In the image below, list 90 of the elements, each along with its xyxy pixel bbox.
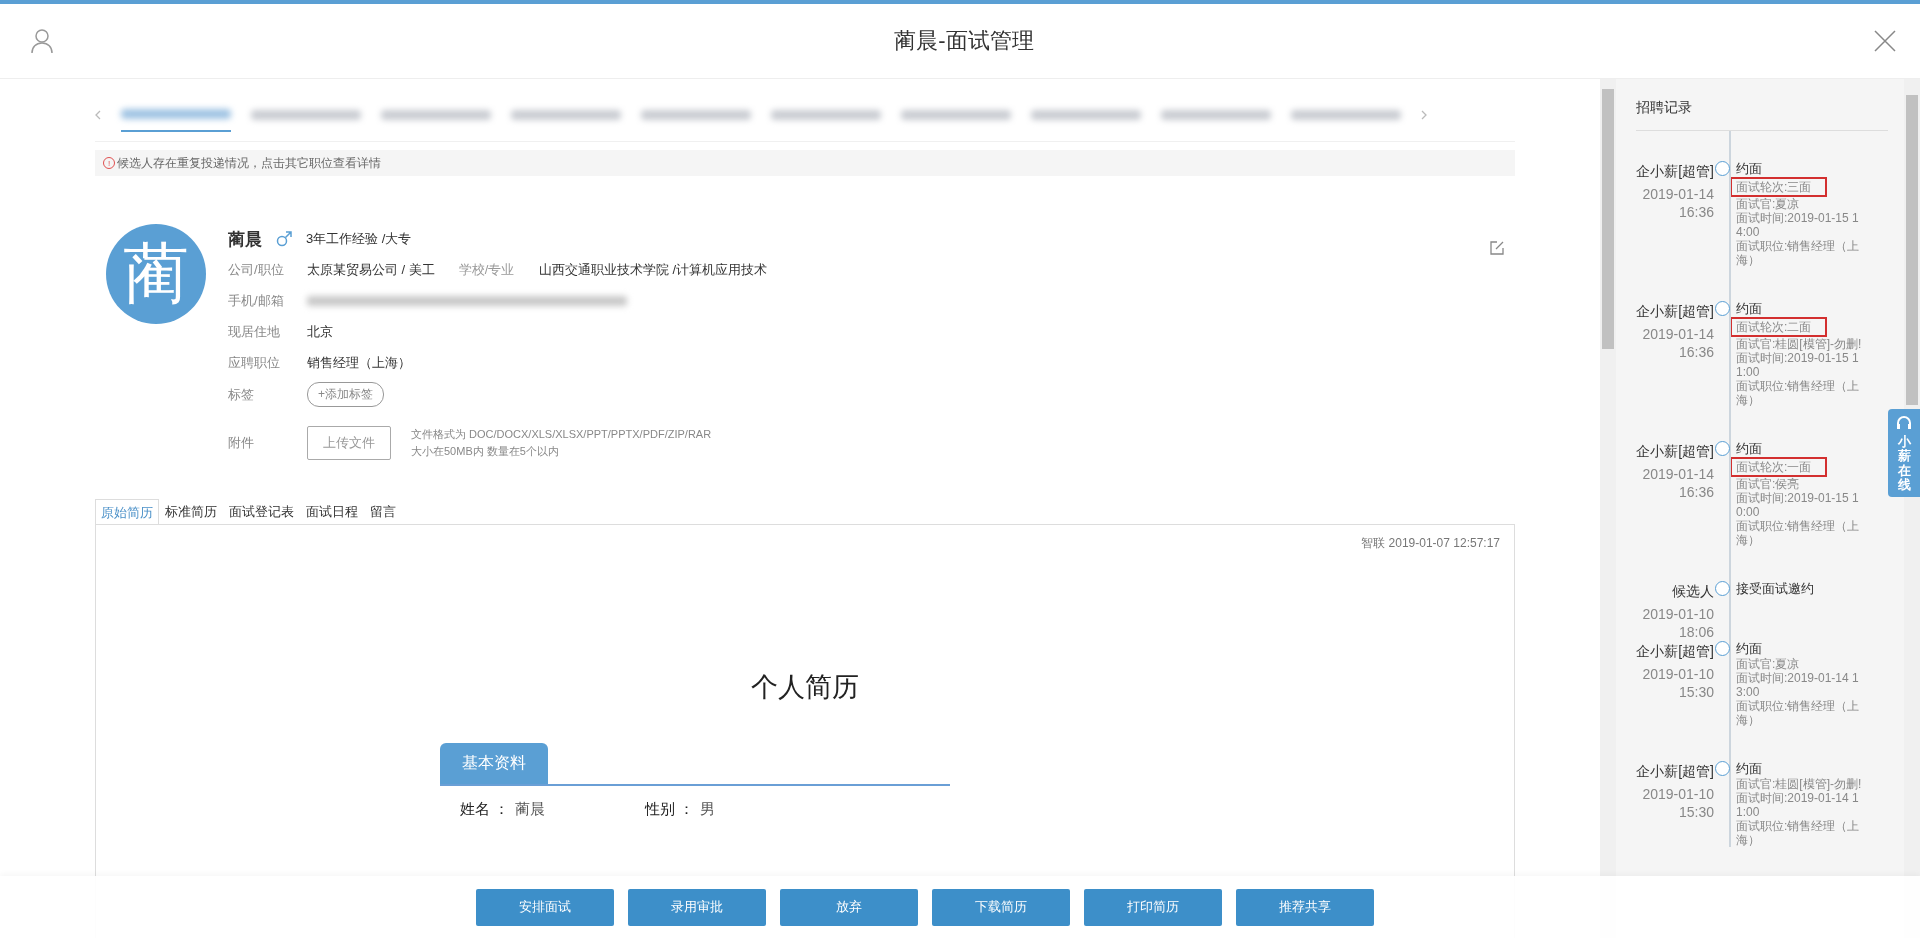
section-heading: 基本资料 (440, 743, 548, 784)
field-label: 公司/职位 (228, 260, 285, 279)
field-label: 手机/邮箱 (228, 291, 285, 310)
record-detail: 面试官:桂圆[模管]-勿删! (1736, 777, 1862, 791)
record-action: 约面 (1736, 161, 1763, 177)
resume-tab[interactable]: 留言 (364, 499, 402, 524)
record-author: 企小薪[超管] (1636, 302, 1714, 321)
field-value: 男 (700, 800, 716, 817)
record-author: 候选人 (1671, 582, 1714, 601)
record-action: 约面 (1736, 301, 1763, 317)
action-button[interactable]: 录用审批 (628, 888, 766, 926)
record-time: 2019-01-14 16:36 (1641, 185, 1714, 221)
record-detail: 面试职位:销售经理（上海） (1736, 379, 1861, 407)
timeline-dot (1715, 581, 1730, 596)
window-title: 蔺晨-面试管理 (894, 27, 1034, 55)
field-value: 销售经理（上海） (307, 353, 411, 372)
add-tag-button[interactable]: +添加标签 (307, 382, 384, 407)
record-action: 约面 (1736, 641, 1763, 657)
record-detail: 面试职位:销售经理（上海） (1736, 699, 1861, 727)
candidate-name: 蔺晨 (228, 228, 262, 251)
record-time: 2019-01-10 15:30 (1641, 665, 1714, 701)
notice-text[interactable]: 候选人存在重复投递情况，点击其它职位查看详情 (117, 154, 381, 172)
resume-tab[interactable]: 面试登记表 (223, 499, 300, 524)
record-detail: 面试官:桂圆[模管]-勿删! (1736, 337, 1862, 351)
timeline-dot (1715, 641, 1730, 656)
timeline-dot (1715, 161, 1730, 176)
field-label: 姓名 ： (460, 800, 510, 817)
record-detail: 面试职位:销售经理（上海） (1736, 239, 1861, 267)
field-label: 标签 (228, 385, 255, 404)
field-label: 现居住地 (228, 322, 281, 341)
timeline-dot (1715, 441, 1730, 456)
record-detail: 面试时间:2019-01-14 13:00 (1736, 671, 1860, 699)
scrollbar-thumb[interactable] (1602, 89, 1614, 349)
record-detail: 面试时间:2019-01-15 11:00 (1736, 351, 1860, 379)
record-author: 企小薪[超管] (1636, 162, 1714, 181)
right-chevron-icon[interactable] (1421, 110, 1427, 120)
record-detail: 面试职位:销售经理（上海） (1736, 519, 1861, 547)
field-value: 北京 (307, 322, 333, 341)
avatar: 蔺 (106, 224, 206, 324)
record-detail: 面试时间:2019-01-15 10:00 (1736, 491, 1860, 519)
record-detail: 面试官:夏凉 (1736, 197, 1801, 211)
record-detail: 面试时间:2019-01-14 11:00 (1736, 791, 1860, 819)
edit-icon[interactable] (1489, 240, 1505, 256)
action-button[interactable]: 下载简历 (932, 888, 1070, 926)
timeline-dot (1715, 301, 1730, 316)
field-value: 太原某贸易公司 / 美工 (307, 260, 435, 279)
action-button[interactable]: 安排面试 (476, 888, 614, 926)
upload-hint: 文件格式为 DOC/DOCX/XLS/XLSX/PPT/PPTX/PDF/ZIP/RAR (411, 427, 712, 442)
resume-title: 个人简历 (751, 672, 859, 702)
field-value: 蔺晨 (515, 800, 546, 817)
close-icon[interactable] (1874, 30, 1896, 52)
resume-tab[interactable]: 原始简历 (95, 499, 159, 525)
panel-title: 招聘记录 (1636, 99, 1692, 115)
chat-widget-button[interactable]: 小薪在线 (1888, 409, 1920, 497)
male-icon (276, 231, 292, 247)
record-time: 2019-01-14 16:36 (1641, 465, 1714, 501)
experience-text: 3年工作经验 /大专 (306, 230, 412, 248)
record-author: 企小薪[超管] (1636, 762, 1714, 781)
left-chevron-icon[interactable] (95, 110, 101, 120)
user-icon[interactable] (30, 28, 54, 54)
interview-round: 面试轮次:二面 (1730, 317, 1828, 337)
record-author: 企小薪[超管] (1636, 642, 1714, 661)
action-button[interactable]: 放弃 (780, 888, 918, 926)
record-detail: 面试官:侯亮 (1736, 477, 1801, 491)
timeline-dot (1715, 761, 1730, 776)
interview-round: 面试轮次:三面 (1730, 177, 1828, 197)
upload-hint: 大小在50MB内 数量在5个以内 (411, 444, 560, 459)
record-time: 2019-01-14 16:36 (1641, 325, 1714, 361)
record-author: 企小薪[超管] (1636, 442, 1714, 461)
record-time: 2019-01-10 18:06 (1641, 605, 1714, 641)
field-label: 学校/专业 (458, 260, 516, 279)
action-button[interactable]: 推荐共享 (1236, 888, 1374, 926)
upload-button[interactable]: 上传文件 (307, 426, 391, 460)
scrollbar-thumb[interactable] (1906, 95, 1918, 405)
field-label: 应聘职位 (228, 353, 281, 372)
record-action: 约面 (1736, 441, 1763, 457)
action-button[interactable]: 打印简历 (1084, 888, 1222, 926)
record-time: 2019-01-10 15:30 (1641, 785, 1714, 821)
field-label: 性别 ： (645, 800, 695, 817)
interview-round: 面试轮次:一面 (1730, 457, 1828, 477)
record-action: 约面 (1736, 761, 1763, 777)
field-label: 附件 (228, 434, 255, 452)
record-detail: 面试官:夏凉 (1736, 657, 1801, 671)
resume-source: 智联 2019-01-07 12:57:17 (1361, 536, 1500, 550)
record-detail: 面试时间:2019-01-15 14:00 (1736, 211, 1860, 239)
resume-tab[interactable]: 面试日程 (300, 499, 364, 524)
resume-tab[interactable]: 标准简历 (159, 499, 223, 524)
record-detail: 面试职位:销售经理（上海） (1736, 819, 1861, 847)
record-action: 接受面试邀约 (1736, 581, 1815, 597)
field-value: 山西交通职业技术学院 /计算机应用技术 (538, 260, 768, 279)
